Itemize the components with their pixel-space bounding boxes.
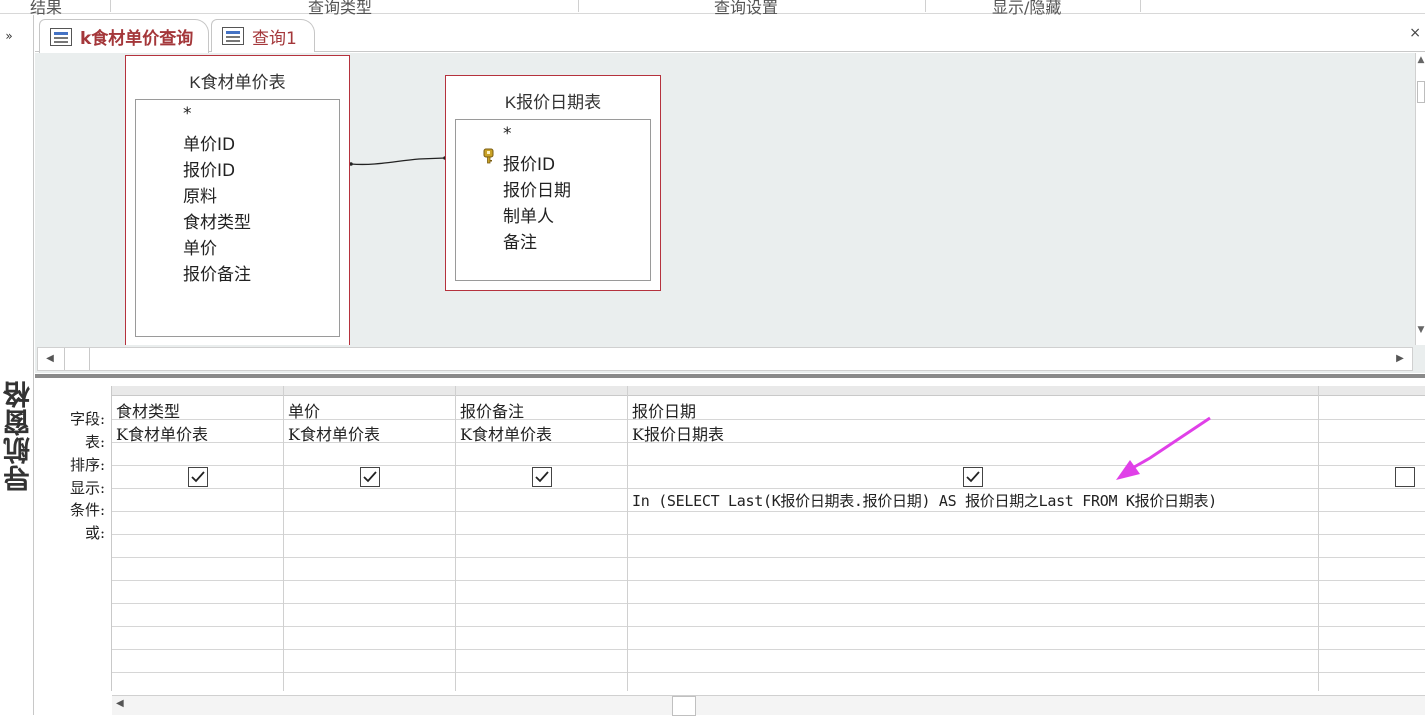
tab-label: 查询1 — [252, 28, 297, 49]
checkmark-icon — [363, 471, 377, 483]
show-checkbox[interactable] — [963, 467, 983, 487]
scroll-down-icon[interactable]: ▼ — [1416, 325, 1425, 335]
scroll-up-icon[interactable]: ▲ — [1416, 55, 1425, 65]
checkmark-icon — [966, 471, 980, 483]
show-checkbox[interactable] — [1395, 467, 1415, 487]
field-item[interactable]: 报价日期 — [503, 176, 571, 201]
field-item[interactable]: 单价ID — [183, 130, 235, 155]
scroll-left-icon[interactable]: ◀ — [38, 348, 62, 370]
grid-table-cell[interactable]: K报价日期表 — [632, 421, 724, 445]
checkmark-icon — [535, 471, 549, 483]
design-horizontal-scrollbar[interactable]: ◀ ▶ — [37, 347, 1413, 371]
field-item[interactable]: 报价ID — [183, 156, 235, 181]
ribbon-separator — [925, 0, 926, 12]
scroll-right-icon[interactable]: ▶ — [1388, 348, 1412, 370]
show-checkbox[interactable] — [532, 467, 552, 487]
row-label-sort: 排序: — [69, 456, 105, 474]
query-design-area[interactable]: K食材单价表 * 单价ID 报价ID 原料 食材类型 单价 报价备注 K报价日期… — [35, 53, 1415, 345]
field-item-primary-key[interactable]: 报价ID — [503, 150, 555, 175]
close-icon[interactable]: × — [1409, 25, 1421, 41]
grid-field-cell[interactable]: 食材类型 — [116, 398, 180, 422]
scroll-thumb[interactable] — [64, 348, 90, 370]
field-item[interactable]: 原料 — [183, 182, 217, 207]
scroll-thumb[interactable] — [1417, 81, 1425, 103]
nav-pane-title[interactable]: 导航窗格 — [0, 380, 35, 492]
design-grid[interactable]: 食材类型 K食材单价表 单价 K食材单价表 报价备注 K食材单价表 报价日期 K… — [111, 386, 1425, 691]
grid-field-cell[interactable]: 报价备注 — [460, 398, 524, 422]
table-title[interactable]: K食材单价表 — [126, 68, 349, 93]
grid-horizontal-scrollbar[interactable]: ◀ — [112, 695, 1425, 716]
field-item-all[interactable]: * — [183, 104, 192, 124]
design-horizontal-scrollbar-area: ◀ ▶ — [35, 345, 1425, 373]
document-tab-bar: k食材单价查询 查询1 × — [35, 15, 1425, 53]
field-item[interactable]: 报价备注 — [183, 260, 251, 285]
row-label-criteria: 条件: — [69, 501, 105, 519]
scroll-left-icon[interactable]: ◀ — [116, 698, 124, 709]
ribbon-separator — [578, 0, 579, 12]
tab-query1[interactable]: 查询1 — [211, 19, 315, 52]
field-item[interactable]: 备注 — [503, 228, 537, 253]
table-box-k-food-price[interactable]: K食材单价表 * 单价ID 报价ID 原料 食材类型 单价 报价备注 — [125, 55, 350, 345]
table-box-k-quote-date[interactable]: K报价日期表 * 报价ID 报价日期 制单人 备注 — [445, 75, 661, 291]
grid-table-cell[interactable]: K食材单价表 — [460, 421, 552, 445]
field-list[interactable]: * 单价ID 报价ID 原料 食材类型 单价 报价备注 — [135, 99, 340, 337]
table-title[interactable]: K报价日期表 — [446, 88, 660, 113]
row-label-field: 字段: — [69, 410, 105, 428]
tab-label: k食材单价查询 — [80, 29, 194, 49]
show-checkbox[interactable] — [188, 467, 208, 487]
grid-field-cell[interactable]: 单价 — [288, 398, 320, 422]
field-item-all[interactable]: * — [503, 124, 512, 144]
tab-k-food-price-query[interactable]: k食材单价查询 — [39, 19, 209, 53]
query-icon — [222, 27, 244, 45]
ribbon-strip: 结果 查询类型 查询设置 显示/隐藏 — [0, 0, 1425, 17]
query-icon — [50, 27, 72, 46]
show-checkbox[interactable] — [360, 467, 380, 487]
row-label-table: 表: — [84, 433, 105, 451]
nav-pane-expand-button[interactable]: » — [0, 29, 18, 43]
grid-table-cell[interactable]: K食材单价表 — [288, 421, 380, 445]
field-item[interactable]: 单价 — [183, 234, 217, 259]
field-item[interactable]: 食材类型 — [183, 208, 251, 233]
key-icon — [483, 148, 494, 164]
grid-field-cell[interactable]: 报价日期 — [632, 398, 696, 422]
design-vertical-scrollbar[interactable]: ▲ ▼ — [1415, 53, 1425, 345]
row-label-or: 或: — [84, 524, 105, 542]
scroll-thumb[interactable] — [672, 696, 696, 716]
grid-table-cell[interactable]: K食材单价表 — [116, 421, 208, 445]
field-list[interactable]: * 报价ID 报价日期 制单人 备注 — [455, 119, 651, 281]
field-item[interactable]: 制单人 — [503, 202, 554, 227]
ribbon-separator — [1140, 0, 1141, 12]
navigation-pane[interactable]: » 导航窗格 — [0, 15, 35, 715]
checkmark-icon — [191, 471, 205, 483]
query-design-grid-area: 字段: 表: 排序: 显示: 条件: 或: 食材类型 K食材单价表 单价 K食材… — [35, 378, 1425, 715]
column-selector-bar[interactable] — [112, 386, 1425, 396]
grid-criteria-cell[interactable]: In (SELECT Last(K报价日期表.报价日期) AS 报价日期之Las… — [632, 490, 1217, 511]
row-label-show: 显示: — [69, 479, 105, 497]
ribbon-separator — [110, 0, 111, 12]
